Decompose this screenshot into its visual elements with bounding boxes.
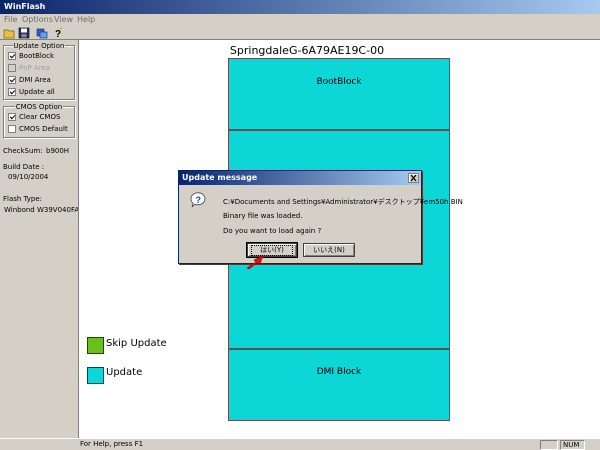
update-message-dialog: Update message ? C:¥Documents and Settin…: [178, 170, 463, 264]
cmos-option-group: CMOS Option Clear CMOS CMOS Default: [3, 103, 75, 138]
dialog-title: Update message: [182, 173, 258, 182]
pnp-area-checkbox: PnP Area: [8, 63, 50, 73]
status-help: For Help, press F1: [80, 440, 144, 448]
svg-text:?: ?: [196, 195, 202, 205]
checksum-label: CheckSum:: [3, 147, 43, 155]
dmi-block-label: DMI Block: [316, 367, 362, 377]
no-button-label: いいえ(N): [313, 246, 345, 254]
dmi-block: DMI Block: [228, 349, 450, 421]
pnp-area-label: PnP Area: [19, 64, 51, 72]
menu-help[interactable]: Help: [77, 15, 95, 24]
dialog-path: C:¥Documents and Settings¥Administrator¥…: [223, 198, 463, 206]
update-label: Update: [106, 367, 143, 378]
red-arrow-icon: [246, 254, 268, 270]
flash-type-label: Flash Type:: [3, 195, 43, 203]
open-icon[interactable]: [3, 27, 15, 39]
clear-cmos-label: Clear CMOS: [19, 113, 61, 121]
title-bar: WinFlash: [0, 0, 600, 14]
update-swatch: [87, 367, 104, 384]
dialog-message: Binary file was loaded.: [223, 212, 303, 220]
no-button[interactable]: いいえ(N): [303, 243, 355, 257]
update-option-group: Update Option BootBlock PnP Area DMI Are…: [3, 42, 75, 100]
status-cell-blank: [540, 440, 558, 450]
status-bar: For Help, press F1 NUM: [0, 438, 600, 450]
options-panel: Update Option BootBlock PnP Area DMI Are…: [0, 40, 80, 438]
dmi-area-check-box[interactable]: [8, 76, 16, 84]
build-date-value: 09/10/2004: [8, 173, 49, 181]
cmos-option-title: CMOS Option: [14, 103, 64, 111]
dialog-title-bar: Update message: [179, 171, 421, 185]
dmi-area-label: DMI Area: [19, 76, 51, 84]
toolbar: ?: [0, 26, 600, 40]
question-icon: ?: [189, 191, 207, 209]
menu-bar: File Options View Help: [0, 14, 600, 26]
dialog-question: Do you want to load again ?: [223, 227, 322, 235]
bootblock-block: BootBlock: [228, 58, 450, 130]
bootblock-check-box[interactable]: [8, 52, 16, 60]
cmos-default-check-box[interactable]: [8, 125, 16, 133]
svg-text:?: ?: [55, 29, 61, 39]
update-all-label: Update all: [19, 88, 55, 96]
cmos-default-checkbox[interactable]: CMOS Default: [8, 124, 68, 134]
update-option-title: Update Option: [12, 42, 66, 50]
update-all-checkbox[interactable]: Update all: [8, 87, 55, 97]
cmos-default-label: CMOS Default: [19, 125, 68, 133]
clear-cmos-checkbox[interactable]: Clear CMOS: [8, 112, 60, 122]
flash-icon[interactable]: [36, 27, 48, 39]
save-icon[interactable]: [18, 27, 30, 39]
bootblock-block-label: BootBlock: [316, 77, 362, 87]
chip-title: SpringdaleG-6A79AE19C-00: [229, 44, 385, 57]
clear-cmos-check-box[interactable]: [8, 113, 16, 121]
menu-options[interactable]: Options: [22, 15, 53, 24]
skip-update-label: Skip Update: [106, 338, 167, 349]
menu-file[interactable]: File: [4, 15, 17, 24]
pnp-area-check-box: [8, 64, 16, 72]
help-icon[interactable]: ?: [52, 27, 64, 39]
checksum-value: b900H: [46, 147, 70, 155]
menu-view[interactable]: View: [54, 15, 73, 24]
window-title: WinFlash: [4, 2, 46, 11]
close-icon[interactable]: [408, 173, 419, 183]
update-all-check-box[interactable]: [8, 88, 16, 96]
build-date-label: Build Date :: [3, 163, 45, 171]
status-num: NUM: [560, 440, 585, 450]
flash-type-value: Winbond W39V040FA: [4, 206, 80, 214]
bootblock-checkbox[interactable]: BootBlock: [8, 51, 54, 61]
bootblock-label: BootBlock: [19, 52, 55, 60]
skip-update-swatch: [87, 337, 104, 354]
dmi-area-checkbox[interactable]: DMI Area: [8, 75, 51, 85]
